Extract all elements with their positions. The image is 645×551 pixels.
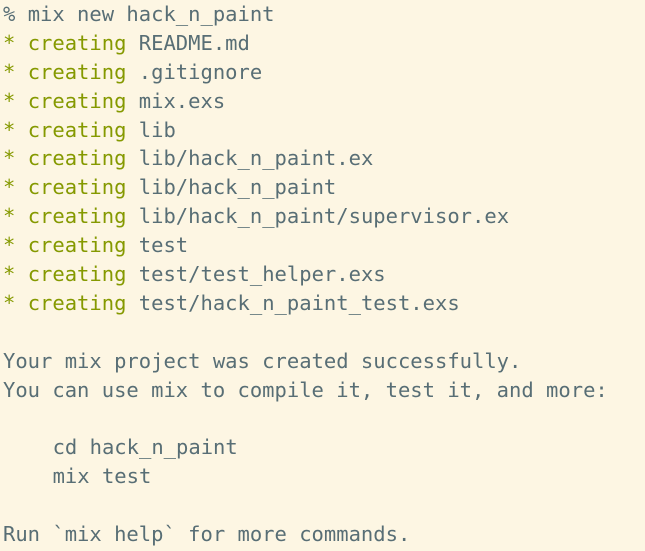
creating-label: creating: [27, 262, 127, 287]
prompt-command: mix new hack_n_paint: [27, 2, 275, 26]
created-line: * creating lib/hack_n_paint.ex: [3, 144, 645, 173]
created-path: lib: [138, 117, 176, 142]
suggested-command: cd hack_n_paint: [52, 435, 238, 460]
terminal-window: % mix new hack_n_paint * creating README…: [0, 0, 645, 551]
created-path: test/hack_n_paint_test.exs: [138, 290, 460, 315]
bullet: *: [3, 59, 16, 84]
creating-label: creating: [27, 175, 127, 200]
creating-label: creating: [27, 290, 127, 315]
created-path: test/test_helper.exs: [138, 262, 386, 287]
created-path: test: [138, 233, 189, 258]
bullet: *: [3, 30, 16, 55]
creating-label: creating: [27, 204, 127, 229]
hint-message: You can use mix to compile it, test it, …: [3, 377, 608, 402]
creating-label: creating: [27, 117, 127, 142]
bullet: *: [3, 88, 16, 113]
creating-label: creating: [27, 30, 127, 55]
bullet: *: [3, 146, 16, 171]
created-line: * creating test/hack_n_paint_test.exs: [3, 289, 645, 318]
creating-label: creating: [27, 88, 127, 113]
footer-message: Run `mix help` for more commands.: [3, 522, 411, 547]
created-line: * creating README.md: [3, 29, 645, 58]
bullet: *: [3, 290, 16, 315]
bullet: *: [3, 175, 16, 200]
created-line: * creating test: [3, 231, 645, 260]
created-line: * creating lib/hack_n_paint/supervisor.e…: [3, 202, 645, 231]
created-line: * creating lib: [3, 116, 645, 145]
creating-label: creating: [27, 233, 127, 258]
created-line: * creating test/test_helper.exs: [3, 260, 645, 289]
created-line: * creating mix.exs: [3, 87, 645, 116]
suggested-command: mix test: [52, 464, 152, 489]
bullet: *: [3, 204, 16, 229]
bullet: *: [3, 262, 16, 287]
created-line: * creating .gitignore: [3, 58, 645, 87]
created-path: README.md: [138, 30, 250, 55]
bullet: *: [3, 233, 16, 258]
prompt-symbol: %: [3, 2, 16, 26]
created-line: * creating lib/hack_n_paint: [3, 173, 645, 202]
created-path: lib/hack_n_paint: [138, 175, 337, 200]
created-path: lib/hack_n_paint.ex: [138, 146, 374, 171]
created-path: lib/hack_n_paint/supervisor.ex: [138, 204, 510, 229]
prompt-line: % mix new hack_n_paint: [3, 0, 645, 29]
creating-label: creating: [27, 59, 127, 84]
bullet: *: [3, 117, 16, 142]
created-path: mix.exs: [138, 88, 226, 113]
created-path: .gitignore: [138, 59, 263, 84]
success-message: Your mix project was created successfull…: [3, 348, 522, 373]
creating-label: creating: [27, 146, 127, 171]
